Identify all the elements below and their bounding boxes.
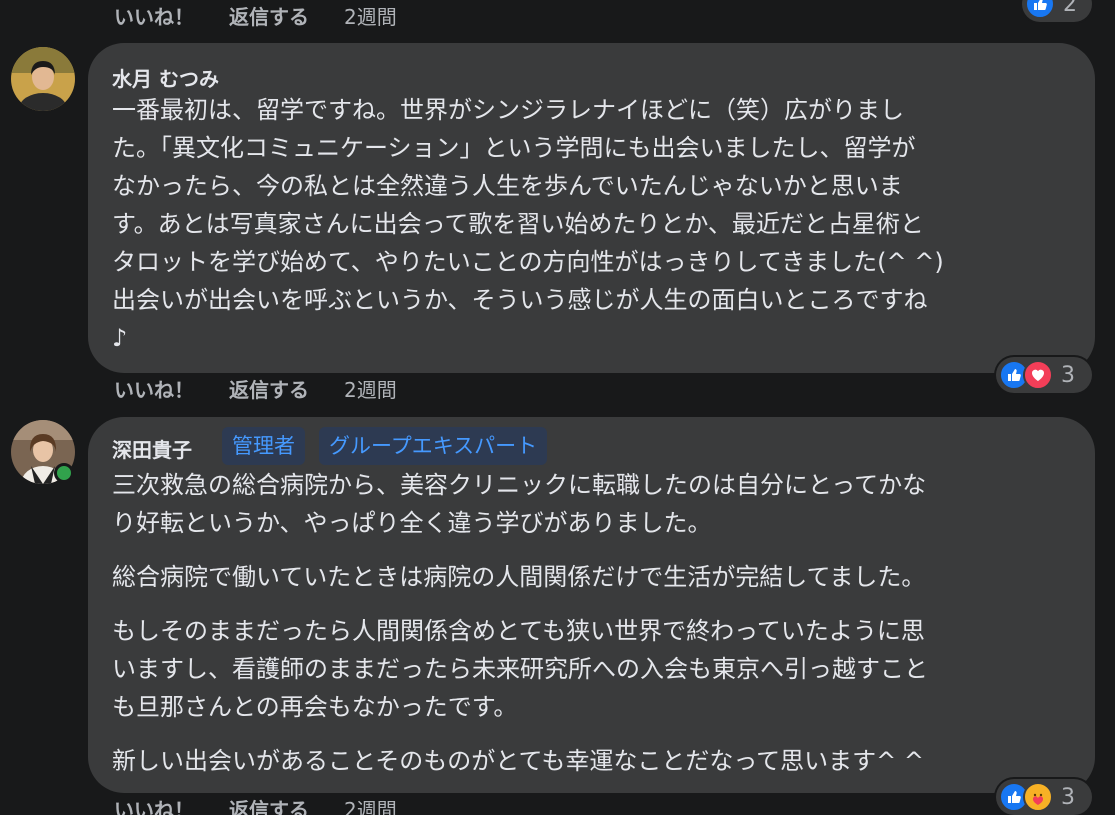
- reply-button[interactable]: 返信する: [229, 377, 309, 403]
- comment-line: 総合病院で働いていたときは病院の人間関係だけで生活が完結してました。: [112, 563, 926, 591]
- comment-line: 三次救急の総合病院から、美容クリニックに転職したのは自分にとってかな: [112, 471, 927, 499]
- comment-line: す。あとは写真家さんに出会って歌を習い始めたりとか、最近だと占星術と: [112, 210, 924, 238]
- comment-author[interactable]: 深田貴子: [112, 434, 192, 463]
- like-button[interactable]: いいね！: [114, 4, 194, 30]
- reaction-count: 2: [1063, 0, 1077, 17]
- comment-actions-top: いいね！ 返信する 2週間: [114, 4, 397, 30]
- comment-line: 出会いが出会いを呼ぶというか、そういう感じが人生の面白いところですね: [112, 286, 928, 314]
- comment-line: も旦那さんとの再会もなかったです。: [112, 693, 518, 721]
- like-button[interactable]: いいね！: [114, 377, 194, 403]
- comment-line: た。「異文化コミュニケーション」という学問にも出会いましたし、留学が: [112, 134, 916, 162]
- care-icon: [1023, 782, 1053, 812]
- comment-line: 一番最初は、留学ですね。世界がシンジラレナイほどに（笑）広がりまし: [112, 96, 904, 124]
- comment-line: タロットを学び始めて、やりたいことの方向性がはっきりしてきました(^ ^): [112, 248, 944, 276]
- reaction-count: 3: [1061, 362, 1075, 388]
- comment-timestamp[interactable]: 2週間: [344, 377, 397, 403]
- reaction-count: 3: [1061, 784, 1075, 810]
- comment-line: もしそのままだったら人間関係含めとても狭い世界で終わっていたように思: [112, 617, 925, 645]
- comment-author[interactable]: 水月 むつみ: [112, 63, 219, 92]
- reaction-summary[interactable]: 3: [996, 357, 1092, 393]
- avatar[interactable]: [11, 47, 75, 111]
- comment-line: なかったら、今の私とは全然違う人生を歩んでいたんじゃないかと思いま: [112, 172, 903, 200]
- reaction-summary-top[interactable]: 2: [1022, 0, 1092, 22]
- comment-line: いますし、看護師のままだったら未来研究所への入会も東京へ引っ越すこと: [112, 655, 928, 683]
- like-button[interactable]: いいね！: [114, 797, 194, 815]
- comment-timestamp[interactable]: 2週間: [344, 797, 397, 815]
- like-icon: [1025, 0, 1055, 19]
- group-expert-badge[interactable]: グループエキスパート: [319, 427, 548, 465]
- online-status-indicator: [54, 463, 74, 483]
- comment-thread: いいね！ 返信する 2週間 2 水月 むつみ 一番最初は、留学ですね。世界がシン…: [0, 0, 1115, 815]
- comment-bubble: 水月 むつみ 一番最初は、留学ですね。世界がシンジラレナイほどに（笑）広がりまし…: [88, 43, 1095, 373]
- comment-actions: いいね！ 返信する 2週間: [114, 797, 397, 815]
- comment-line: 新しい出会いがあることそのものがとても幸運なことだなって思います^ ^: [112, 747, 925, 775]
- comment-line: ♪: [112, 324, 128, 352]
- comment-bubble: 深田貴子 管理者 グループエキスパート 三次救急の総合病院から、美容クリニックに…: [88, 417, 1095, 793]
- comment-text: 三次救急の総合病院から、美容クリニックに転職したのは自分にとってかな り好転とい…: [112, 466, 928, 780]
- comment-text: 一番最初は、留学ですね。世界がシンジラレナイほどに（笑）広がりまし た。「異文化…: [112, 91, 944, 357]
- admin-badge[interactable]: 管理者: [222, 427, 305, 465]
- reaction-summary[interactable]: 3: [996, 779, 1092, 815]
- comment-timestamp[interactable]: 2週間: [344, 4, 397, 30]
- love-icon: [1023, 360, 1053, 390]
- comment-actions: いいね！ 返信する 2週間: [114, 377, 397, 403]
- reply-button[interactable]: 返信する: [229, 797, 309, 815]
- comment-line: り好転というか、やっぱり全く違う学びがありました。: [112, 509, 712, 537]
- reply-button[interactable]: 返信する: [229, 4, 309, 30]
